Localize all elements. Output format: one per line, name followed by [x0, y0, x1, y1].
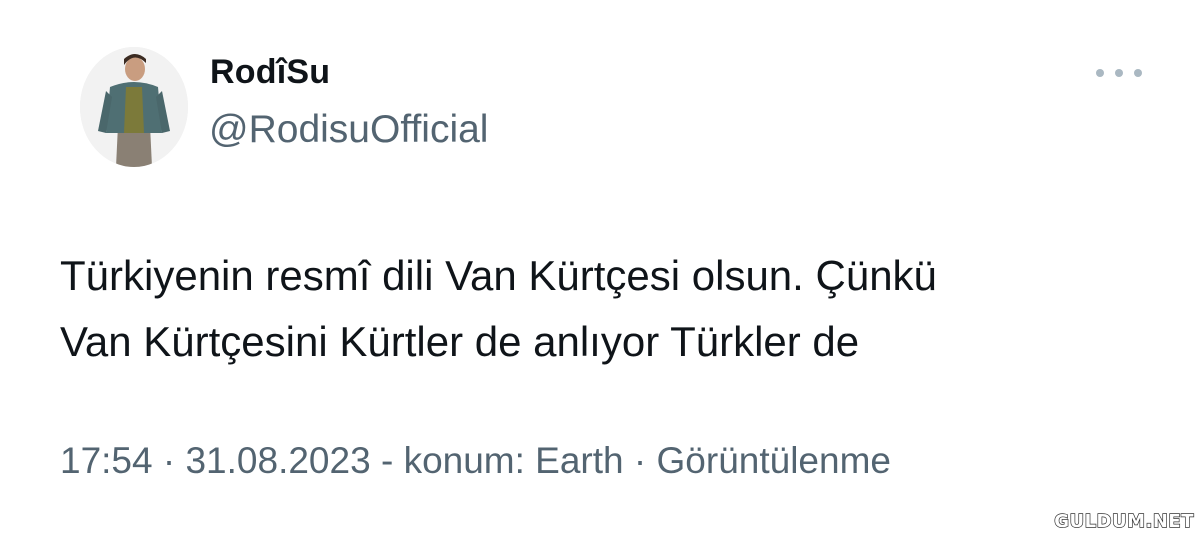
meta-separator: · [152, 440, 186, 481]
more-dot [1096, 69, 1104, 77]
tweet-text-line: Van Kürtçesini Kürtler de anlıyor Türkle… [60, 318, 860, 365]
watermark: GULDUM.NET [1053, 510, 1194, 532]
more-dot [1134, 69, 1142, 77]
user-handle[interactable]: @RodisuOfficial [209, 108, 488, 152]
more-dot [1115, 69, 1123, 77]
tweet-time[interactable]: 17:54 [60, 440, 153, 481]
tweet-meta: 17:54 · 31.08.2023 - konum: Earth · Görü… [60, 440, 1160, 482]
tweet-location: konum: Earth [403, 440, 624, 481]
tweet-date[interactable]: 31.08.2023 [185, 440, 370, 481]
tweet-text-line: Türkiyenin resmî dili Van Kürtçesi olsun… [60, 252, 937, 299]
tweet-text: Türkiyenin resmî dili Van Kürtçesi olsun… [60, 243, 1160, 375]
views-label[interactable]: Görüntülenme [657, 440, 891, 481]
more-horizontal-icon[interactable] [1096, 66, 1142, 80]
meta-separator: · [623, 440, 657, 481]
display-name[interactable]: RodîSu [210, 53, 330, 92]
avatar[interactable] [80, 47, 188, 167]
meta-separator: - [370, 440, 404, 481]
